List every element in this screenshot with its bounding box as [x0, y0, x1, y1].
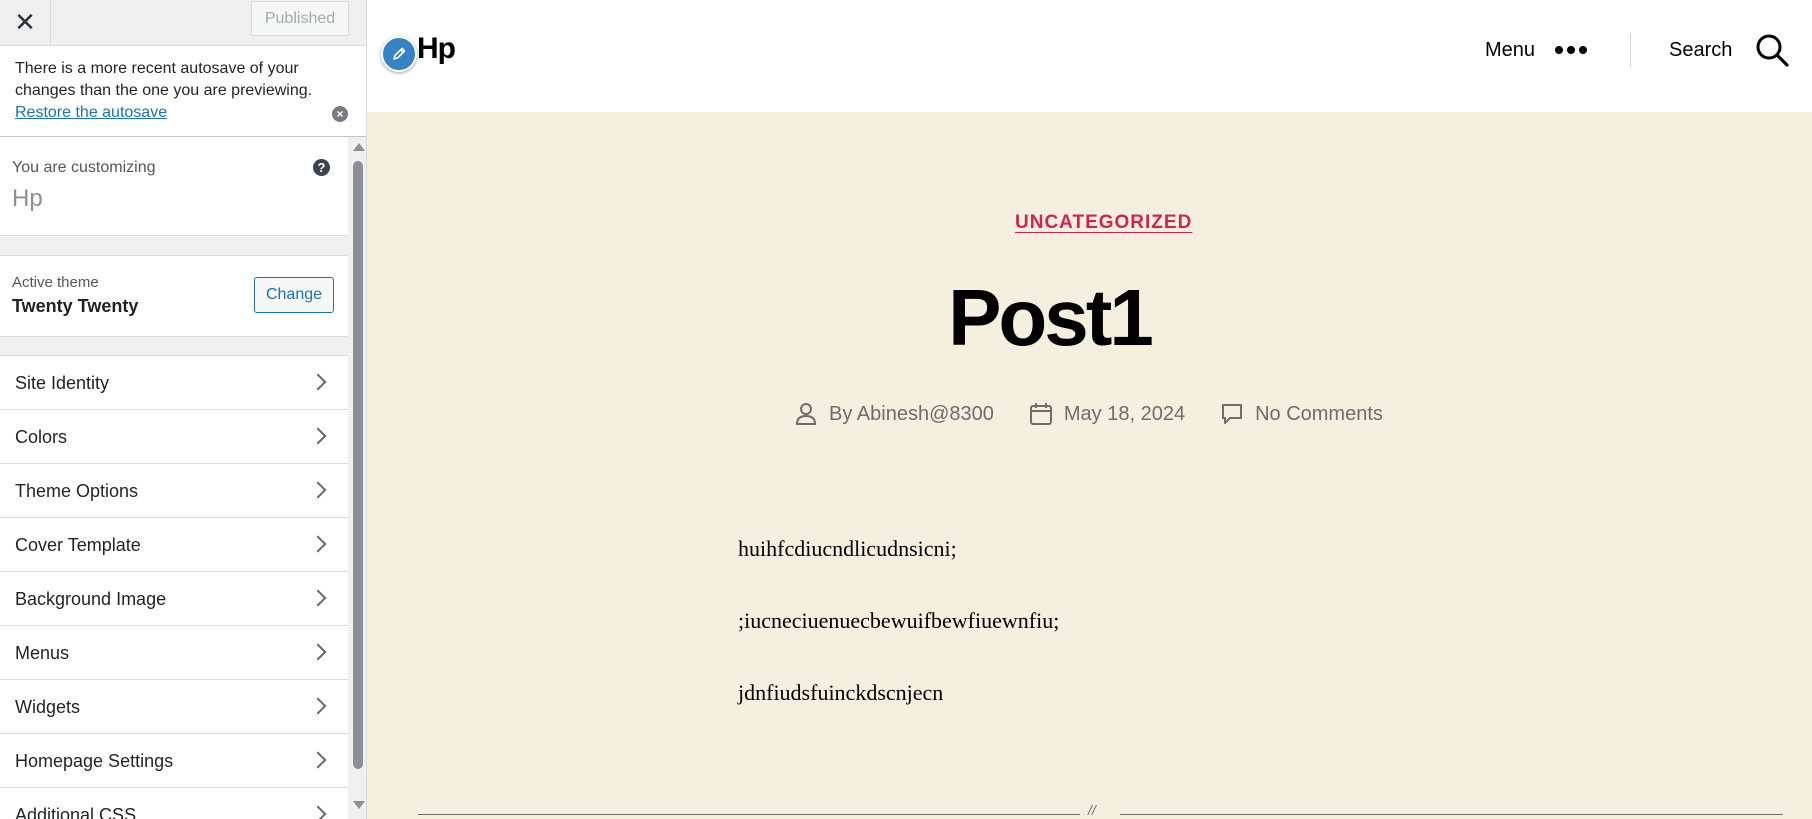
chevron-right-icon	[309, 805, 327, 819]
section-cover-template[interactable]: Cover Template	[0, 517, 348, 571]
section-label: Widgets	[15, 697, 81, 717]
content-paragraph: jdnfiudsfuinckdscnjecn	[738, 680, 944, 705]
section-label: Menus	[15, 643, 70, 663]
content-paragraph: huihfcdiucndlicudnsicni;	[738, 536, 957, 561]
active-theme-label: Active theme	[12, 274, 99, 291]
site-preview: Hp Menu Search UNCATEGORIZED Post1 By Ab…	[367, 0, 1812, 819]
section-theme-options[interactable]: Theme Options	[0, 463, 348, 517]
customizing-info: You are customizing Hp ?	[0, 137, 348, 236]
chevron-right-icon	[309, 373, 327, 391]
chevron-right-icon	[309, 589, 327, 607]
ellipsis-icon	[1555, 46, 1588, 54]
customizer-sidebar: ✕ Published There is a more recent autos…	[0, 0, 367, 819]
post-content: huihfcdiucndlicudnsicni; ;iucneciuenuecb…	[738, 536, 1438, 752]
post-comments: No Comments	[1221, 403, 1383, 426]
menu-toggle[interactable]: Menu	[1485, 34, 1588, 66]
change-theme-button[interactable]: Change	[254, 277, 334, 313]
section-widgets[interactable]: Widgets	[0, 679, 348, 733]
scroll-down-arrow-icon[interactable]	[353, 801, 365, 809]
restore-autosave-link[interactable]: Restore the autosave	[15, 104, 167, 121]
section-background-image[interactable]: Background Image	[0, 571, 348, 625]
section-label: Colors	[15, 427, 68, 447]
section-menus[interactable]: Menus	[0, 625, 348, 679]
chevron-right-icon	[309, 751, 327, 769]
separator-mark: //	[1088, 802, 1096, 818]
section-label: Site Identity	[15, 373, 110, 393]
help-icon[interactable]: ?	[313, 159, 330, 176]
edit-shortcut-button[interactable]	[381, 36, 417, 72]
post-separator: //	[418, 802, 1783, 818]
header-divider	[1630, 33, 1631, 67]
search-icon	[1756, 34, 1789, 67]
pencil-icon	[393, 47, 406, 60]
post-category-link[interactable]: UNCATEGORIZED	[1015, 212, 1192, 234]
chevron-right-icon	[309, 535, 327, 553]
customizer-header: ✕ Published	[0, 0, 366, 46]
chevron-right-icon	[309, 481, 327, 499]
customizing-label: You are customizing	[12, 159, 156, 176]
active-theme-box: Active theme Twenty Twenty Change	[0, 255, 348, 337]
section-label: Homepage Settings	[15, 751, 174, 771]
site-header: Hp Menu Search	[367, 0, 1812, 112]
content-paragraph: ;iucneciuenuecbewuifbewfiuewnfiu;	[738, 608, 1060, 633]
section-label: Cover Template	[15, 535, 141, 555]
dismiss-notice-icon[interactable]: ×	[332, 106, 348, 122]
section-homepage-settings[interactable]: Homepage Settings	[0, 733, 348, 787]
scroll-up-arrow-icon[interactable]	[353, 143, 365, 151]
post-meta: By Abinesh@8300 May 18, 2024 No Comments	[795, 402, 1419, 426]
notice-message: There is a more recent autosave of your …	[15, 60, 313, 99]
sidebar-scrollbar[interactable]	[350, 137, 366, 819]
date-link[interactable]: May 18, 2024	[1064, 403, 1185, 426]
menu-label: Menu	[1485, 38, 1536, 61]
autosave-notice: There is a more recent autosave of your …	[0, 46, 366, 137]
post-date: May 18, 2024	[1029, 403, 1185, 426]
chevron-right-icon	[309, 697, 327, 715]
author-link[interactable]: By Abinesh@8300	[829, 403, 994, 426]
section-additional-css[interactable]: Additional CSS	[0, 787, 348, 819]
user-icon	[795, 403, 817, 425]
section-site-identity[interactable]: Site Identity	[0, 355, 348, 409]
post-author: By Abinesh@8300	[795, 402, 994, 426]
chevron-right-icon	[309, 427, 327, 445]
comment-icon	[1222, 404, 1243, 424]
section-colors[interactable]: Colors	[0, 409, 348, 463]
customizer-panel: You are customizing Hp ? Active theme Tw…	[0, 137, 348, 819]
search-label: Search	[1669, 38, 1733, 61]
section-label: Theme Options	[15, 481, 139, 501]
section-label: Background Image	[15, 589, 167, 609]
site-title[interactable]: Hp	[417, 32, 456, 66]
section-label: Additional CSS	[15, 805, 137, 819]
active-theme-name: Twenty Twenty	[12, 296, 139, 316]
post-title: Post1	[948, 273, 1154, 362]
publish-button[interactable]: Published	[251, 1, 349, 36]
search-toggle[interactable]: Search	[1669, 32, 1790, 68]
section-list: Site Identity Colors Theme Options Cover…	[0, 355, 348, 819]
scrollbar-thumb[interactable]	[353, 161, 363, 769]
customizing-site-name: Hp	[12, 185, 43, 212]
comments-link[interactable]: No Comments	[1255, 403, 1383, 426]
close-customizer-button[interactable]: ✕	[0, 0, 51, 45]
close-icon: ✕	[14, 7, 36, 37]
chevron-right-icon	[309, 643, 327, 661]
calendar-icon	[1029, 403, 1052, 425]
